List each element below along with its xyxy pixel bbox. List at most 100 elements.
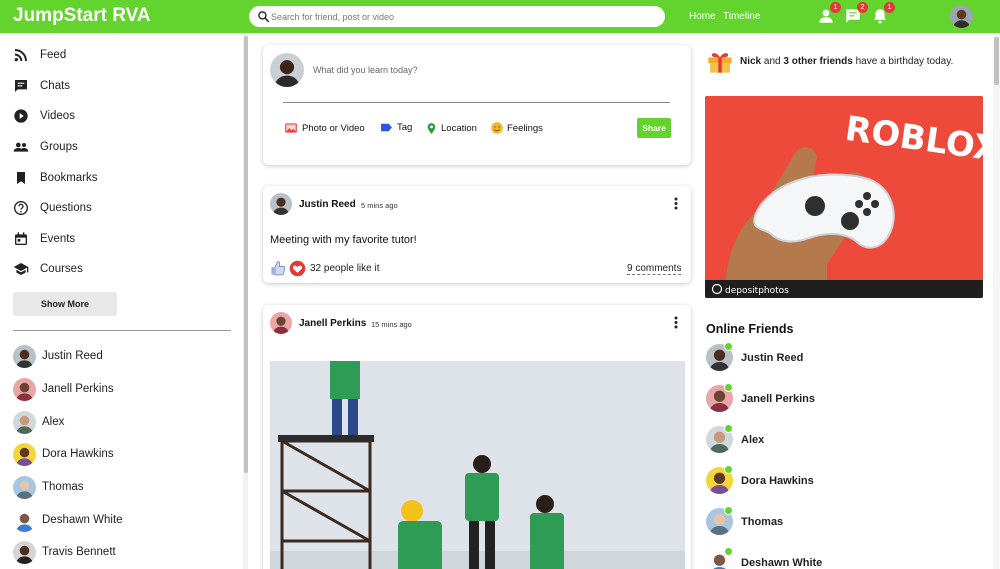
sidebar-item-courses[interactable]: Courses [13, 259, 83, 279]
online-status-dot [724, 506, 733, 515]
friend-item[interactable]: Thomas [13, 475, 84, 499]
like-count: 32 people like it [310, 263, 380, 274]
sidebar-item-feed[interactable]: Feed [13, 45, 66, 65]
tag-option[interactable]: Tag [379, 121, 412, 134]
friend-item[interactable]: Dora Hawkins [13, 442, 114, 466]
notifications-button[interactable]: 1 [871, 2, 895, 25]
avatar [706, 506, 733, 535]
friend-name: Thomas [741, 515, 784, 528]
sidebar-item-label: Groups [40, 141, 78, 153]
friend-item[interactable]: Janell Perkins [13, 377, 114, 401]
sidebar-item-groups[interactable]: Groups [13, 137, 78, 157]
friend-name: Thomas [42, 481, 84, 493]
friend-name: Deshawn White [741, 556, 823, 569]
sidebar-item-label: Events [40, 233, 76, 245]
share-button[interactable]: Share [637, 118, 671, 138]
friend-name: Travis Bennett [42, 546, 116, 558]
profile-avatar[interactable] [950, 5, 973, 28]
online-status-dot [724, 342, 733, 351]
left-sidebar: Feed Chats Videos Groups Bookmarks Quest… [0, 33, 248, 569]
heart-icon[interactable] [289, 260, 306, 277]
online-friend-item[interactable]: Thomas [706, 506, 784, 535]
search-input[interactable] [271, 8, 651, 25]
online-status-dot [724, 547, 733, 556]
online-friends-title: Online Friends [706, 322, 794, 336]
divider [13, 330, 231, 331]
home-link[interactable]: Home [689, 11, 716, 22]
friend-item[interactable]: Alex [13, 410, 64, 434]
help-circle-icon [14, 201, 28, 215]
calendar-icon [15, 232, 27, 245]
post-author[interactable]: Janell Perkins [299, 318, 366, 329]
post-card: Justin Reed 5 mins ago Meeting with my f… [263, 186, 691, 283]
sidebar-item-chats[interactable]: Chats [13, 76, 70, 96]
avatar [13, 475, 36, 499]
sidebar-item-label: Feed [40, 49, 67, 61]
chat-icon [15, 80, 27, 92]
friend-item[interactable]: Deshawn White [13, 508, 123, 532]
avatar [13, 377, 36, 401]
right-scrollbar-track[interactable] [993, 33, 1000, 569]
friend-name: Alex [42, 416, 65, 428]
friend-item[interactable]: Justin Reed [13, 344, 103, 368]
sidebar-item-label: Chats [40, 80, 71, 92]
friend-requests-button[interactable]: 1 [817, 2, 841, 25]
reactions: 32 people like it [270, 260, 380, 277]
sidebar-item-events[interactable]: Events [13, 229, 75, 249]
watermark-text: depositphotos [725, 286, 789, 296]
post-input[interactable] [313, 65, 673, 75]
tag-icon [381, 123, 392, 132]
more-options-icon[interactable] [674, 197, 678, 210]
image-icon [285, 123, 297, 133]
search-icon [258, 11, 270, 23]
smiley-icon [491, 122, 503, 134]
post-text: Meeting with my favorite tutor! [270, 234, 417, 246]
post-author[interactable]: Justin Reed [299, 199, 356, 210]
friend-name: Deshawn White [42, 514, 123, 526]
play-circle-icon [14, 109, 28, 123]
messages-button[interactable]: 2 [844, 2, 868, 25]
sidebar-item-label: Videos [40, 110, 75, 122]
online-friend-item[interactable]: Dora Hawkins [706, 465, 814, 494]
post-time: 5 mins ago [361, 201, 398, 210]
more-options-icon[interactable] [674, 316, 678, 329]
brand-logo[interactable]: JumpStart RVA [13, 5, 151, 27]
sidebar-item-questions[interactable]: Questions [13, 198, 92, 218]
post-time: 15 mins ago [371, 320, 412, 329]
left-scrollbar-thumb[interactable] [244, 36, 248, 473]
online-friend-item[interactable]: Deshawn White [706, 547, 823, 569]
avatar[interactable] [270, 193, 292, 215]
ad-banner[interactable]: ROBLOX depositphotos [705, 96, 983, 298]
avatar [13, 508, 36, 532]
graduation-cap-icon [13, 263, 29, 275]
right-scrollbar-thumb[interactable] [994, 37, 999, 85]
avatar [270, 53, 304, 87]
location-option[interactable]: Location [425, 121, 477, 136]
messages-badge: 2 [857, 2, 868, 13]
friend-name: Alex [741, 433, 765, 446]
friend-name: Dora Hawkins [42, 448, 114, 460]
comments-link[interactable]: 9 comments [627, 263, 682, 275]
online-friend-item[interactable]: Alex [706, 424, 765, 453]
sidebar-item-videos[interactable]: Videos [13, 106, 75, 126]
timeline-link[interactable]: Timeline [723, 11, 760, 22]
friend-name: Janell Perkins [42, 383, 114, 395]
avatar [706, 547, 733, 569]
divider [283, 102, 670, 103]
thumbs-up-icon[interactable] [270, 260, 287, 277]
sidebar-item-label: Questions [40, 202, 92, 214]
post-image[interactable] [270, 361, 685, 569]
search-bar[interactable] [249, 6, 665, 27]
friend-name: Dora Hawkins [741, 474, 814, 487]
friend-item[interactable]: Travis Bennett [13, 540, 116, 564]
sidebar-item-bookmarks[interactable]: Bookmarks [13, 168, 98, 188]
avatar[interactable] [270, 312, 292, 334]
photo-video-option[interactable]: Photo or Video [283, 121, 365, 135]
feelings-option[interactable]: Feelings [490, 121, 543, 135]
avatar [13, 344, 36, 368]
friend-requests-badge: 1 [830, 2, 841, 13]
show-more-button[interactable]: Show More [13, 292, 117, 316]
online-friend-item[interactable]: Janell Perkins [706, 383, 815, 412]
online-friend-item[interactable]: Justin Reed [706, 342, 803, 371]
online-status-dot [724, 383, 733, 392]
